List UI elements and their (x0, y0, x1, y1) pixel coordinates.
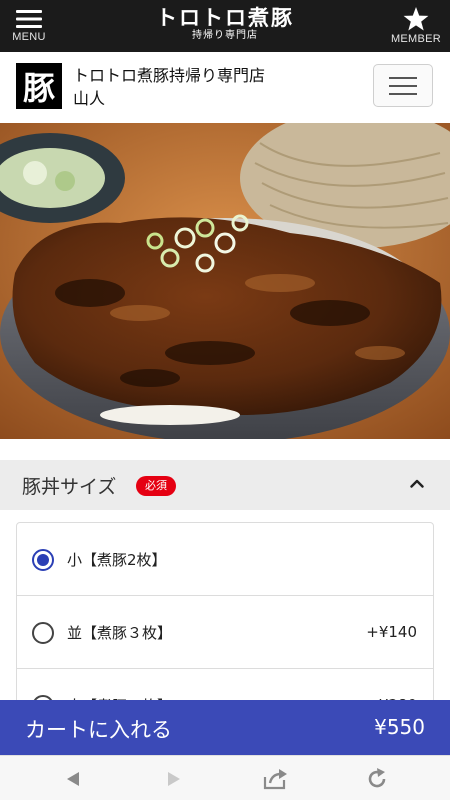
option-price: +¥140 (366, 623, 417, 641)
radio-selected[interactable] (32, 549, 54, 571)
back-arrow-icon (67, 772, 79, 786)
option-small[interactable]: 小【煮豚2枚】 (17, 523, 433, 596)
brand-logo[interactable]: トロトロ煮豚 持帰り専門店 (0, 6, 450, 42)
section-title: 豚丼サイズ (22, 476, 117, 498)
radio-unselected[interactable] (32, 622, 54, 644)
brand-subtitle: 持帰り専門店 (192, 30, 258, 41)
add-to-cart-label: カートに入れる (25, 718, 172, 742)
section-header-size[interactable]: 豚丼サイズ 必須 (0, 460, 450, 510)
cart-total-price: ¥550 (374, 715, 425, 739)
product-image (0, 123, 450, 439)
nav-toggle-button[interactable] (373, 64, 433, 107)
app-header: MENU トロトロ煮豚 持帰り専門店 MEMBER (0, 0, 450, 52)
required-badge: 必須 (136, 476, 176, 496)
chevron-up-icon[interactable] (410, 478, 424, 488)
add-to-cart-button[interactable]: カートに入れる ¥550 (0, 700, 450, 755)
back-button[interactable] (60, 766, 86, 792)
browser-toolbar (0, 755, 450, 800)
brand-title: トロトロ煮豚 (156, 6, 294, 30)
share-icon (263, 769, 287, 790)
forward-arrow-icon (168, 772, 180, 786)
option-regular[interactable]: 並【煮豚３枚】 +¥140 (17, 596, 433, 669)
shop-logo[interactable]: 豚 (16, 63, 62, 109)
size-options-list: 小【煮豚2枚】 並【煮豚３枚】 +¥140 大【煮豚４枚】 +¥280 (16, 522, 434, 722)
option-label: 小【煮豚2枚】 (67, 551, 167, 569)
shop-name: トロトロ煮豚持帰り専門店 山人 (73, 66, 282, 108)
member-label: MEMBER (390, 33, 442, 45)
hamburger-icon (389, 76, 417, 79)
option-label: 並【煮豚３枚】 (67, 624, 173, 642)
shop-header: 豚 トロトロ煮豚持帰り専門店 山人 (0, 52, 450, 122)
share-button[interactable] (262, 766, 288, 792)
forward-button[interactable] (161, 766, 187, 792)
member-button[interactable]: MEMBER (386, 0, 446, 52)
reload-icon (368, 768, 386, 788)
reload-button[interactable] (364, 766, 390, 792)
star-icon (403, 7, 429, 31)
